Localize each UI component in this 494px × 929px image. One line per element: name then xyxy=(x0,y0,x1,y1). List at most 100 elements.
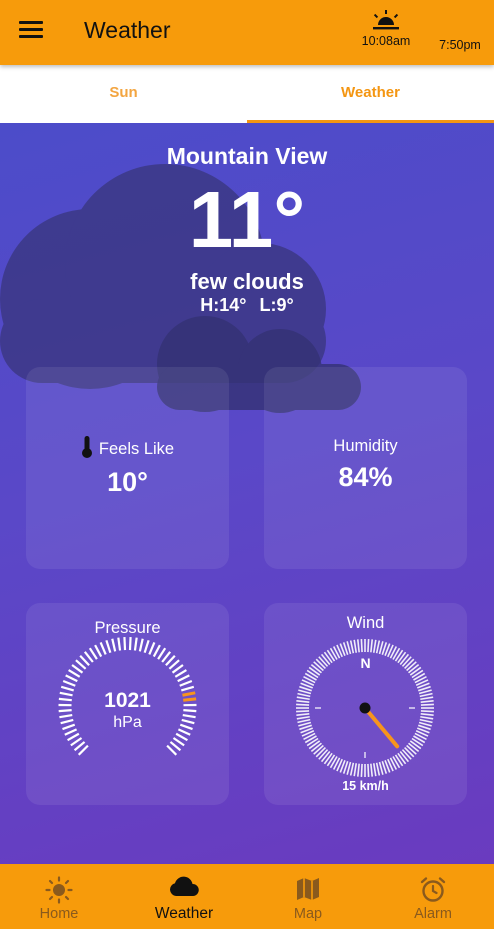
compass-hub xyxy=(359,702,371,714)
pressure-gauge-tick xyxy=(123,637,127,651)
compass-tick xyxy=(367,763,370,777)
compass-tick xyxy=(353,639,358,653)
compass-tick xyxy=(315,747,326,758)
pressure-value: 1021 xyxy=(104,689,151,712)
pressure-gauge-tick xyxy=(179,679,193,687)
compass-tick xyxy=(356,639,360,653)
weather-content: Mountain View 11° few clouds H:14° L:9° … xyxy=(0,123,494,864)
compass-tick xyxy=(406,744,417,755)
sunset-time: 7:50pm xyxy=(439,38,481,52)
compass-tick xyxy=(296,703,310,706)
compass-tick xyxy=(420,703,434,706)
alarm-icon xyxy=(420,877,446,902)
humidity-value: 84% xyxy=(338,462,393,492)
feels-like-value: 10° xyxy=(107,467,148,497)
sunrise-time: 10:08am xyxy=(361,34,411,48)
nav-home[interactable]: Home xyxy=(0,864,121,929)
compass-tick xyxy=(353,763,358,777)
nav-alarm-label: Alarm xyxy=(414,906,452,922)
humidity-title: Humidity xyxy=(333,437,398,455)
pressure-gauge-tick xyxy=(157,647,167,660)
weather-description: few clouds xyxy=(190,269,304,294)
app-bar: Weather 10:08am 7:50pm xyxy=(0,0,494,65)
sunset-info: 7:50pm xyxy=(432,10,488,52)
high-low: H:14° L:9° xyxy=(0,295,494,316)
humidity-card: Humidity 84% xyxy=(264,367,467,569)
compass-tick xyxy=(419,692,433,698)
sunrise-info: 10:08am xyxy=(356,10,416,48)
current-temperature: 11° xyxy=(188,175,306,264)
compass-tick xyxy=(296,715,310,720)
nav-weather-label: Weather xyxy=(154,905,214,922)
compass-tick xyxy=(408,742,420,753)
compass-tick xyxy=(397,752,407,765)
nav-map-label: Map xyxy=(293,906,323,922)
wind-direction-needle xyxy=(363,706,400,749)
nav-home-label: Home xyxy=(39,906,79,922)
city-name: Mountain View xyxy=(166,143,328,169)
compass-tick xyxy=(372,639,377,653)
low-temperature: L:9° xyxy=(259,295,294,315)
tab-weather[interactable]: Weather xyxy=(247,65,494,123)
pressure-gauge-tick xyxy=(138,638,144,652)
compass-tick xyxy=(420,715,434,720)
wind-speed: 15 km/h xyxy=(342,779,389,793)
compass-north-label: N xyxy=(360,655,371,671)
compass-tick xyxy=(370,763,374,777)
compass-tick xyxy=(349,640,355,654)
menu-icon[interactable] xyxy=(19,21,43,41)
pressure-gauge-tick xyxy=(143,639,150,654)
compass-tick xyxy=(401,749,412,760)
pressure-gauge-tick xyxy=(62,679,76,687)
pressure-gauge-tick xyxy=(117,637,122,651)
pressure-gauge-tick xyxy=(67,732,80,742)
pressure-gauge-tick xyxy=(177,674,190,683)
pressure-gauge-tick xyxy=(65,674,78,683)
compass-tick xyxy=(296,710,310,713)
sun-icon xyxy=(45,876,73,904)
map-icon xyxy=(297,878,319,900)
pressure-gauge-tick xyxy=(152,644,161,658)
compass-tick xyxy=(370,639,374,653)
compass-tick xyxy=(297,692,311,698)
tab-sun[interactable]: Sun xyxy=(0,65,247,123)
compass-tick xyxy=(399,751,410,763)
pressure-gauge-tick xyxy=(174,669,187,678)
compass-tick xyxy=(375,640,381,654)
compass-tick xyxy=(308,740,321,750)
compass-tick xyxy=(296,696,310,701)
compass-tick xyxy=(356,763,360,777)
compass-tick xyxy=(360,763,363,777)
compass-tick xyxy=(420,713,434,717)
feels-like-title: Feels Like xyxy=(98,440,175,458)
nav-weather[interactable]: Weather xyxy=(122,864,246,929)
compass-tick xyxy=(297,718,311,724)
compass-tick xyxy=(420,696,434,701)
compass-tick xyxy=(310,742,322,753)
pressure-gauge-tick xyxy=(175,732,188,742)
pressure-gauge-tick xyxy=(70,737,83,747)
compass-tick xyxy=(349,762,355,776)
thermometer-icon xyxy=(81,436,92,458)
feels-like-header: Feels Like xyxy=(26,435,229,459)
compass-tick xyxy=(419,718,433,724)
wind-compass xyxy=(296,639,434,777)
pressure-readout: 1021 hPa xyxy=(26,689,229,732)
pressure-gauge-tick xyxy=(105,639,112,654)
compass-tick xyxy=(323,752,333,765)
compass-tick xyxy=(296,699,310,703)
pressure-gauge-tick xyxy=(111,638,117,652)
pressure-gauge-tick xyxy=(94,644,103,658)
compass-tick xyxy=(296,713,310,717)
bottom-navigation: Home Weather Map Alarm xyxy=(0,864,494,929)
moon-icon xyxy=(455,11,466,33)
tab-indicator xyxy=(247,120,494,123)
app-title: Weather xyxy=(84,17,171,43)
pressure-gauge-tick xyxy=(99,642,107,655)
compass-tick xyxy=(360,639,363,653)
nav-alarm[interactable]: Alarm xyxy=(371,864,494,929)
nav-map[interactable]: Map xyxy=(246,864,370,929)
compass-tick xyxy=(420,699,434,703)
pressure-gauge-tick xyxy=(133,637,138,651)
compass-tick xyxy=(404,747,415,758)
